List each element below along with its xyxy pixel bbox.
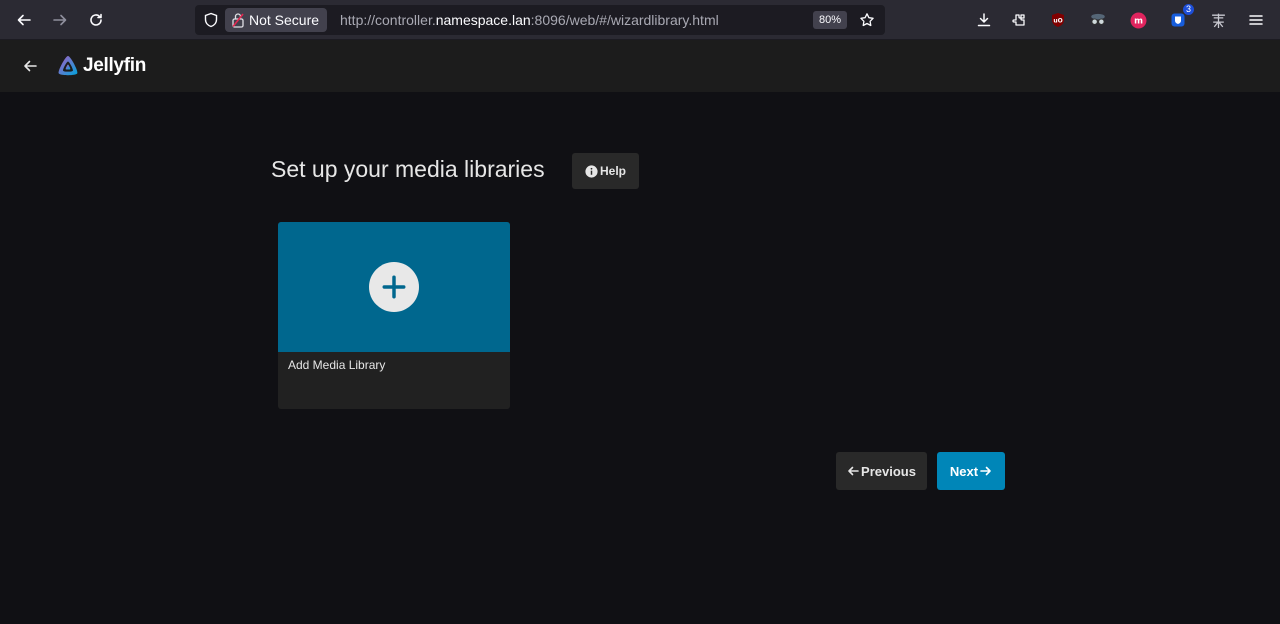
translate-icon[interactable] bbox=[1206, 8, 1230, 32]
zoom-indicator[interactable]: 80% bbox=[813, 11, 848, 29]
add-icon bbox=[369, 262, 419, 312]
previous-button[interactable]: Previous bbox=[836, 452, 927, 490]
back-arrow-icon[interactable] bbox=[18, 54, 42, 78]
jellyfin-logo-icon bbox=[58, 56, 78, 76]
forward-icon[interactable] bbox=[46, 6, 74, 34]
arrow-left-icon bbox=[848, 466, 859, 476]
card-image[interactable] bbox=[278, 222, 510, 352]
url-host: namespace.lan bbox=[435, 12, 531, 28]
help-button[interactable]: Help bbox=[572, 153, 639, 189]
help-label: Help bbox=[599, 164, 626, 178]
security-indicator[interactable]: Not Secure bbox=[225, 8, 328, 32]
svg-text:uO: uO bbox=[1053, 18, 1062, 25]
extensions-icon[interactable] bbox=[1008, 8, 1032, 32]
next-label: Next bbox=[949, 463, 979, 479]
bitwarden-icon[interactable]: 3 bbox=[1166, 4, 1194, 32]
mastodon-icon[interactable]: m bbox=[1126, 8, 1150, 32]
url-suffix: :8096/web/#/wizardlibrary.html bbox=[530, 12, 719, 28]
browser-toolbar: Not Secure http://controller.namespace.l… bbox=[0, 0, 1280, 40]
card-label: Add Media Library bbox=[288, 358, 386, 372]
reload-icon[interactable] bbox=[82, 6, 110, 34]
svg-text:m: m bbox=[1134, 16, 1143, 26]
url-bar[interactable]: Not Secure http://controller.namespace.l… bbox=[195, 5, 885, 35]
app-name: Jellyfin bbox=[83, 55, 147, 76]
lock-icon bbox=[232, 13, 244, 28]
next-button[interactable]: Next bbox=[937, 452, 1005, 490]
page-title: Set up your media libraries bbox=[271, 156, 545, 182]
add-media-library-card[interactable]: Add Media Library bbox=[278, 222, 510, 409]
back-icon[interactable] bbox=[10, 6, 38, 34]
previous-label: Previous bbox=[861, 463, 916, 479]
download-icon[interactable] bbox=[972, 8, 996, 32]
shield-icon[interactable] bbox=[201, 10, 221, 30]
jellyfin-logo[interactable]: Jellyfin bbox=[56, 53, 146, 79]
star-icon[interactable] bbox=[857, 10, 877, 30]
security-label: Not Secure bbox=[249, 12, 320, 28]
extension-badge: 3 bbox=[1182, 4, 1194, 15]
url-prefix: http://controller. bbox=[340, 12, 436, 28]
info-icon bbox=[585, 164, 598, 178]
arrow-right-icon bbox=[980, 466, 991, 476]
spy-icon[interactable] bbox=[1086, 8, 1110, 32]
menu-icon[interactable] bbox=[1244, 8, 1268, 32]
app-header: Jellyfin bbox=[0, 40, 1280, 92]
ublock-icon[interactable]: uO bbox=[1046, 8, 1070, 32]
url-text[interactable]: http://controller.namespace.lan:8096/web… bbox=[340, 5, 719, 35]
